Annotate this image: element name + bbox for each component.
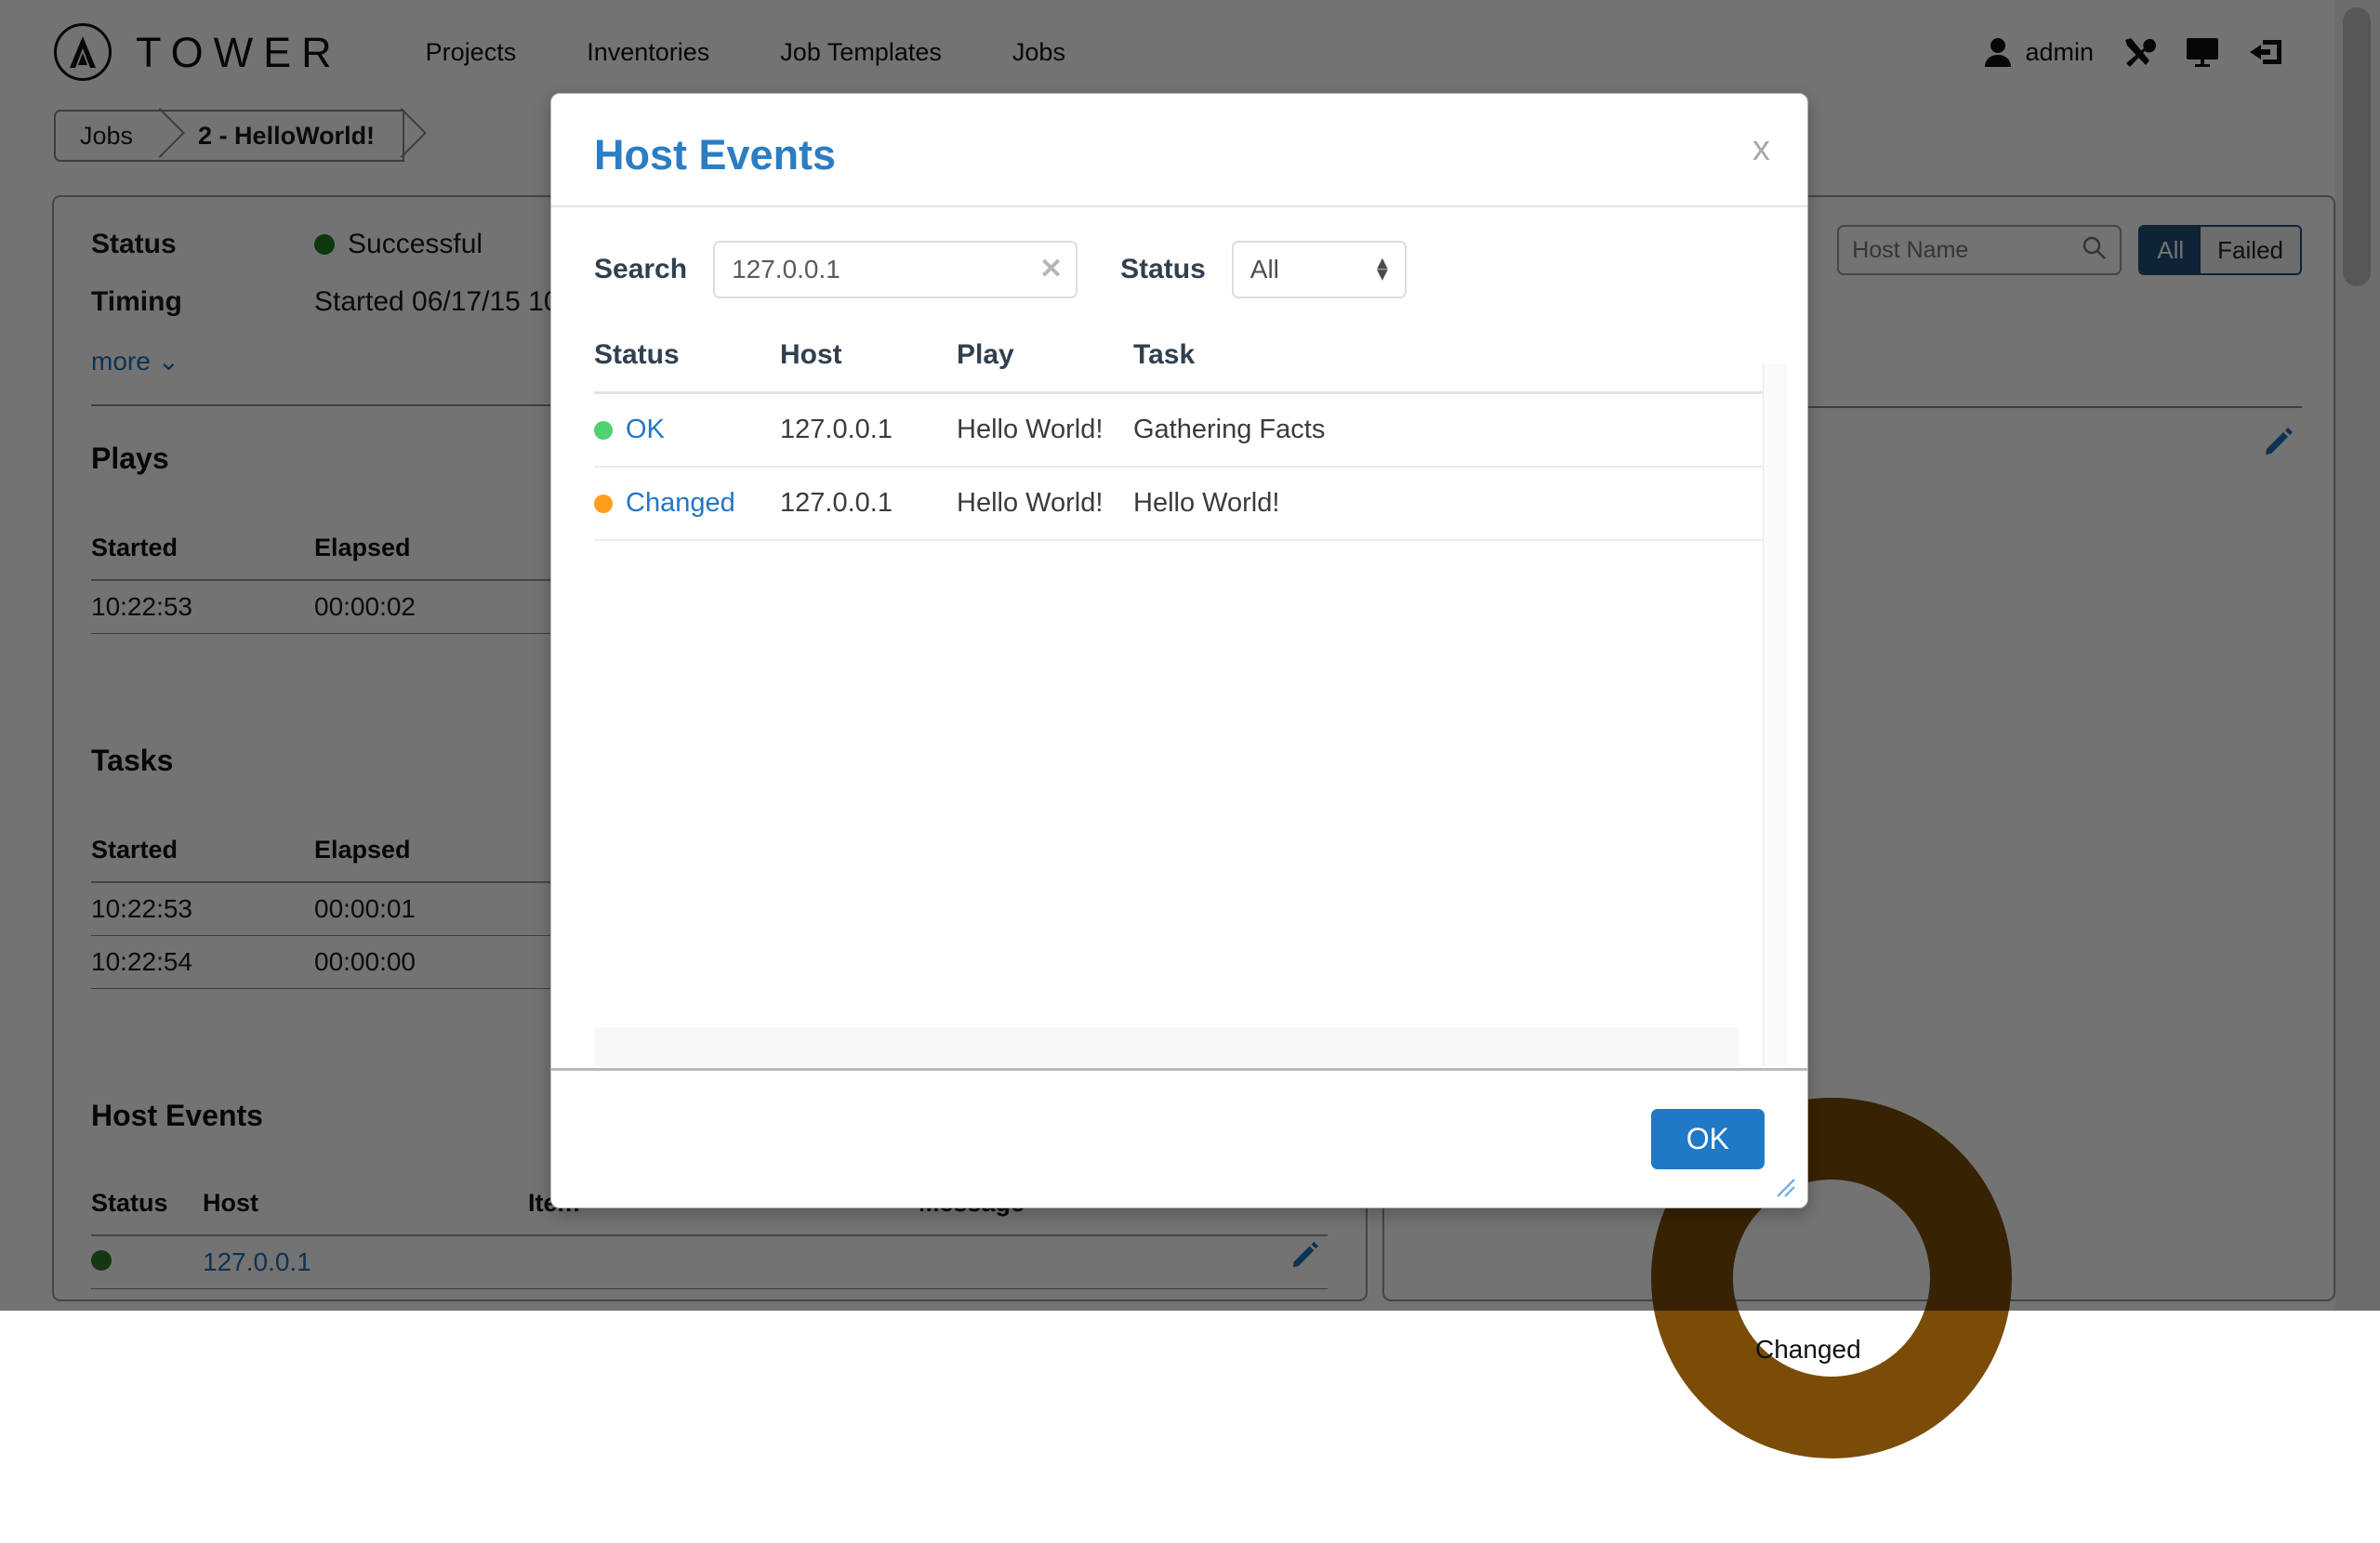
status-select[interactable]: All ▲▼ (1232, 241, 1407, 298)
modal-table-header-row: Status Host Play Task (594, 339, 1765, 393)
modal-header: Host Events x (551, 94, 1807, 207)
modal-body-scrollbar[interactable] (1763, 363, 1787, 1066)
cell-play: Hello World! (957, 467, 1133, 540)
cell-play: Hello World! (957, 393, 1133, 468)
legend-label-changed: Changed (1755, 1335, 1861, 1365)
cell-task: Hello World! (1133, 467, 1765, 540)
search-input[interactable] (732, 255, 1031, 284)
modal-body-footer-strip (594, 1027, 1739, 1066)
resize-handle-icon[interactable] (1772, 1174, 1796, 1198)
modal-filter-controls: Search ✕ Status All ▲▼ (594, 241, 1765, 298)
modal-events-table: Status Host Play Task OK127.0.0.1Hello W… (594, 339, 1765, 541)
modal-col-task[interactable]: Task (1133, 339, 1765, 393)
search-label: Search (594, 254, 687, 285)
cell-host: 127.0.0.1 (780, 467, 957, 540)
chevron-updown-icon: ▲▼ (1373, 258, 1392, 282)
table-row[interactable]: Changed127.0.0.1Hello World!Hello World! (594, 467, 1765, 540)
search-field-wrapper[interactable]: ✕ (713, 241, 1078, 298)
cell-status[interactable]: Changed (594, 467, 780, 540)
status-select-value: All (1250, 255, 1279, 284)
modal-col-status[interactable]: Status (594, 339, 780, 393)
clear-icon[interactable]: ✕ (1039, 256, 1063, 284)
modal-footer: OK (551, 1068, 1807, 1207)
cell-status[interactable]: OK (594, 393, 780, 468)
cell-task: Gathering Facts (1133, 393, 1765, 468)
close-icon[interactable]: x (1752, 131, 1770, 166)
cell-host: 127.0.0.1 (780, 393, 957, 468)
host-events-modal: Host Events x Search ✕ Status All ▲▼ Sta… (550, 93, 1808, 1208)
modal-col-host[interactable]: Host (780, 339, 957, 393)
legend-swatch-changed (1711, 1334, 1742, 1365)
status-label: Status (1120, 254, 1206, 285)
modal-body: Search ✕ Status All ▲▼ Status Host Play (551, 207, 1807, 1068)
table-row[interactable]: OK127.0.0.1Hello World!Gathering Facts (594, 393, 1765, 468)
modal-title: Host Events (594, 131, 1765, 179)
ok-button[interactable]: OK (1651, 1109, 1765, 1169)
modal-col-play[interactable]: Play (957, 339, 1133, 393)
